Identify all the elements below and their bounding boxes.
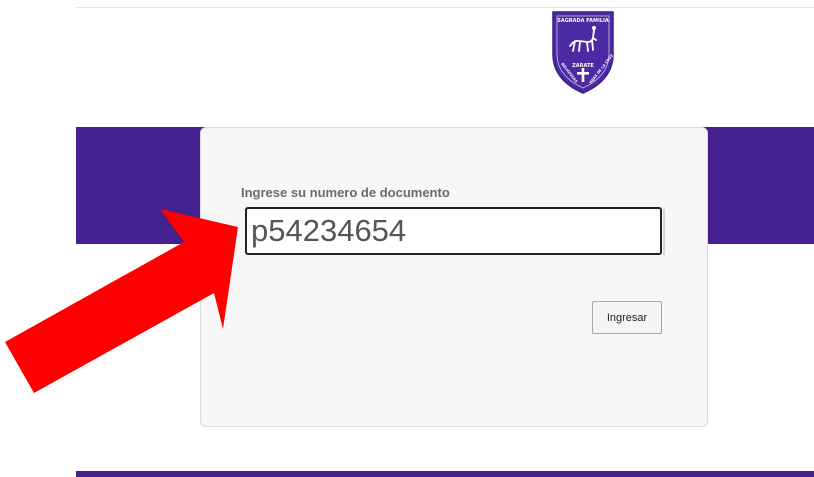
school-crest-icon: SAGRADA FAMILIA ZARATE RELIGIOSAS HIJAS … (547, 10, 619, 95)
ingresar-button[interactable]: Ingresar (592, 301, 662, 334)
footer-band (76, 471, 814, 477)
document-input[interactable] (247, 209, 660, 253)
top-divider (76, 7, 814, 8)
document-label: Ingrese su numero de documento (241, 185, 450, 200)
input-shadow-edge (663, 209, 665, 255)
login-card: Ingrese su numero de documento Ingresar (200, 127, 708, 427)
page: SAGRADA FAMILIA ZARATE RELIGIOSAS HIJAS … (0, 0, 814, 477)
svg-text:SAGRADA FAMILIA: SAGRADA FAMILIA (557, 18, 609, 24)
document-input-box[interactable] (245, 207, 662, 255)
